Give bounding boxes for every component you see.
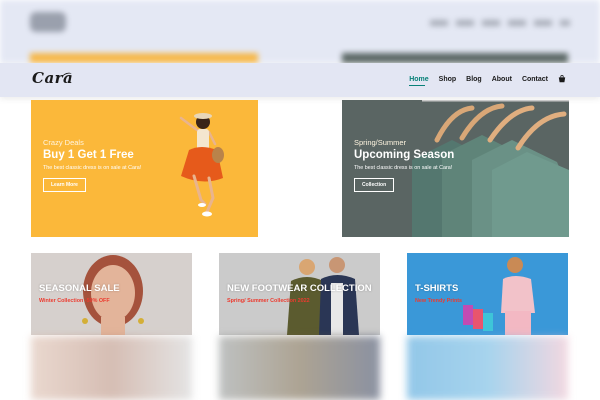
nav-blog[interactable]: Blog [466, 76, 482, 83]
deals-text-block: Crazy Deals Buy 1 Get 1 Free The best cl… [43, 138, 141, 192]
tshirts-title: T-SHIRTS [415, 283, 459, 294]
nav-about[interactable]: About [492, 76, 512, 83]
bag-icon[interactable] [558, 75, 566, 83]
seasonal-sale-title: SEASONAL SALE [39, 283, 120, 294]
tshirts-text: T-SHIRTS New Trendy Prints [415, 283, 462, 304]
tshirts-subtitle: New Trendy Prints [415, 298, 463, 304]
seasonal-sale-subtitle: Winter Collection -50% OFF [39, 298, 110, 304]
blurred-content-below [0, 336, 600, 400]
footwear-subtitle: Spring/ Summer Collection 2022 [227, 298, 310, 304]
nav-shop[interactable]: Shop [439, 76, 457, 83]
tshirts-banner[interactable]: T-SHIRTS New Trendy Prints [407, 253, 568, 335]
main-nav: Home Shop Blog About Contact [409, 75, 566, 86]
seasonal-sale-banner[interactable]: SEASONAL SALE Winter Collection -50% OFF [31, 253, 192, 335]
season-kicker: Spring/Summer [354, 138, 407, 147]
nav-home[interactable]: Home [409, 76, 429, 86]
seasonal-sale-text: SEASONAL SALE Winter Collection -50% OFF [39, 283, 120, 304]
footwear-title: NEW FOOTWEAR COLLECTION [227, 283, 372, 294]
footwear-banner[interactable]: NEW FOOTWEAR COLLECTION Spring/ Summer C… [219, 253, 380, 335]
deals-kicker: Crazy Deals [43, 138, 84, 147]
season-banner: Spring/Summer Upcoming Season The best c… [342, 100, 569, 237]
deals-banner: Crazy Deals Buy 1 Get 1 Free The best cl… [31, 100, 258, 237]
site-header: Cara Home Shop Blog About Contact [0, 63, 600, 97]
footwear-text: NEW FOOTWEAR COLLECTION Spring/ Summer C… [227, 283, 372, 304]
learn-more-button[interactable]: Learn More [43, 178, 86, 192]
page: Cara Home Shop Blog About Contact Crazy … [0, 0, 600, 400]
deals-title: Buy 1 Get 1 Free [43, 149, 134, 161]
brand-logo[interactable]: Cara [32, 69, 73, 87]
season-title: Upcoming Season [354, 149, 455, 161]
nav-contact[interactable]: Contact [522, 76, 548, 83]
deals-description: The best classic dress is on sale at Car… [43, 165, 142, 171]
collection-button[interactable]: Collection [354, 178, 395, 192]
season-text-block: Spring/Summer Upcoming Season The best c… [354, 138, 454, 192]
season-description: The best classic dress is on sale at Car… [354, 165, 453, 171]
blurred-header-ghost [0, 0, 600, 63]
